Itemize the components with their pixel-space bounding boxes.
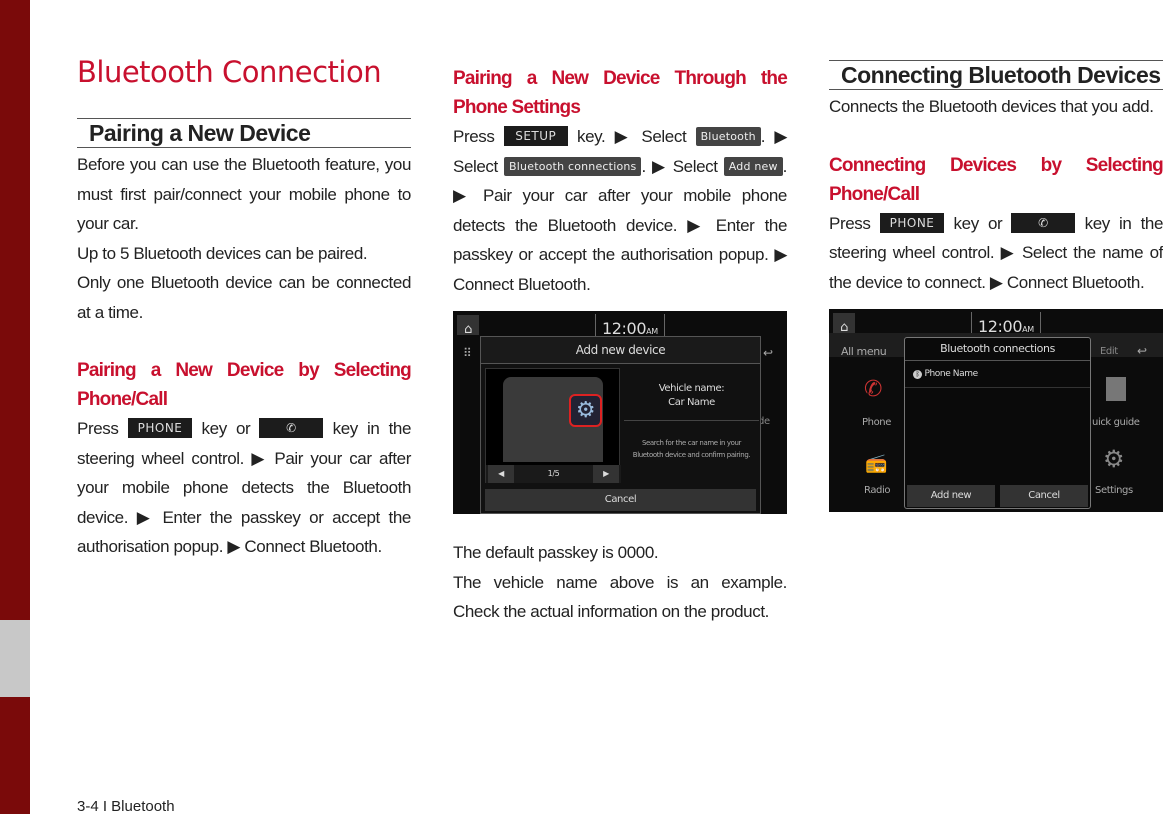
page-indicator: 1/5 — [547, 469, 560, 478]
cancel-button: Cancel — [1000, 485, 1088, 507]
device-name: Phone Name — [924, 369, 978, 379]
cancel-button: Cancel — [485, 489, 756, 511]
text: Press — [77, 419, 119, 438]
text: key in the steering wheel control. ▶ Pai… — [77, 419, 412, 556]
instructions: Press PHONE key or ✆ key in the steering… — [829, 209, 1163, 298]
text: Press — [453, 127, 495, 146]
dialog: Bluetooth connections ᛒ Phone Name Add n… — [904, 337, 1091, 509]
back-icon: ↩ — [1137, 344, 1147, 358]
call-key-phone-icon: ✆ — [259, 418, 324, 438]
back-icon: ↩ — [763, 346, 773, 360]
settings-gear-icon: ⚙ — [569, 394, 602, 427]
all-menu: All menu — [841, 345, 887, 358]
instructions: Press SETUP key. ▶ Select Bluetooth . ▶ S… — [453, 122, 787, 299]
note: The default passkey is 0000. — [453, 543, 659, 562]
column-3: Connecting Bluetooth Devices Connects th… — [829, 60, 1163, 512]
dialog-title: Bluetooth connections — [905, 338, 1090, 361]
paragraph: Before you can use the Bluetooth feature… — [77, 155, 411, 233]
call-key-phone-icon: ✆ — [1011, 212, 1076, 233]
instructions: Press PHONE key or ✆ key in the steering… — [77, 414, 411, 562]
dialog-title: Add new device — [481, 337, 760, 364]
setup-key: SETUP — [503, 126, 568, 146]
section-heading: Connecting Bluetooth Devices — [829, 60, 1163, 90]
hint-text: Search for the car name in your Bluetoot… — [632, 439, 751, 459]
page-footer: 3-4 I Bluetooth — [77, 798, 175, 815]
subheading: Connecting Devices by Selecting Phone/Ca… — [829, 154, 1163, 205]
add-new-button-label: Add new — [723, 156, 783, 176]
column-2: Pairing a New Device Through the Phone S… — [453, 64, 788, 627]
column-1: Pairing a New Device Before you can use … — [77, 118, 412, 562]
phone-key: PHONE — [879, 212, 945, 233]
section-heading: Pairing a New Device — [77, 118, 411, 148]
device-row: ᛒ Phone Name — [905, 361, 1090, 388]
bluetooth-button-label: Bluetooth — [695, 127, 761, 146]
text: key or — [201, 419, 251, 438]
text: key. ▶ Select — [577, 127, 687, 146]
add-new-button: Add new — [907, 485, 995, 507]
chapter-sidebar — [0, 0, 30, 814]
phone-label: Phone — [862, 417, 891, 428]
edit: Edit — [1100, 346, 1118, 357]
text: . ▶ Select — [641, 156, 718, 176]
quick-guide-label: uick guide — [1092, 417, 1140, 428]
bluetooth-icon: ᛒ — [913, 370, 922, 379]
phone-key: PHONE — [127, 418, 193, 438]
settings-gear-icon: ⚙ — [1103, 445, 1125, 473]
note: The vehicle name above is an example. Ch… — [453, 572, 787, 622]
vehicle-name-label: Vehicle name: — [658, 383, 725, 394]
text: key or — [953, 213, 1003, 233]
chapter-tab — [0, 620, 30, 697]
settings-label: Settings — [1095, 485, 1133, 496]
home-icon: ⌂ — [833, 313, 855, 335]
bluetooth-connections-button-label: Bluetooth connections — [504, 156, 642, 176]
radio-icon: 📻 — [865, 453, 888, 474]
paragraph: Up to 5 Bluetooth devices can be paired. — [77, 243, 368, 263]
text: Press — [829, 213, 871, 233]
radio-label: Radio — [864, 485, 891, 496]
subheading: Pairing a New Device Through the Phone S… — [453, 68, 788, 118]
subheading: Pairing a New Device by Selecting Phone/… — [77, 360, 412, 410]
phone-illustration: ⚙ ◀ 1/5 ▶ — [485, 368, 621, 483]
page-title: Bluetooth Connection — [77, 55, 382, 89]
grid-menu-icon: ⠿ — [463, 346, 472, 360]
paragraph: Connects the Bluetooth devices that you … — [829, 97, 1154, 116]
text: . ▶ Pair your car after your mobile phon… — [453, 156, 787, 294]
add-new-device-screenshot: ⌂ 12:00AM ⠿ ↩ de Add new device ⚙ ◀ 1/5 ▶ … — [453, 311, 787, 514]
phone-app-icon: ✆ — [864, 377, 883, 402]
quick-guide-icon — [1106, 377, 1126, 401]
vehicle-name: Car Name — [668, 397, 715, 408]
home-icon: ⌂ — [457, 315, 479, 337]
bluetooth-connections-screenshot: ⌂ 12:00AM All menu Edit ↩ ✆ Phone 📻 Radi… — [829, 309, 1163, 512]
prev-arrow-icon: ◀ — [488, 465, 514, 483]
dialog: Add new device ⚙ ◀ 1/5 ▶ Vehicle name: Car … — [480, 336, 761, 514]
next-arrow-icon: ▶ — [593, 465, 619, 483]
paragraph: Only one Bluetooth device can be connect… — [77, 273, 411, 322]
